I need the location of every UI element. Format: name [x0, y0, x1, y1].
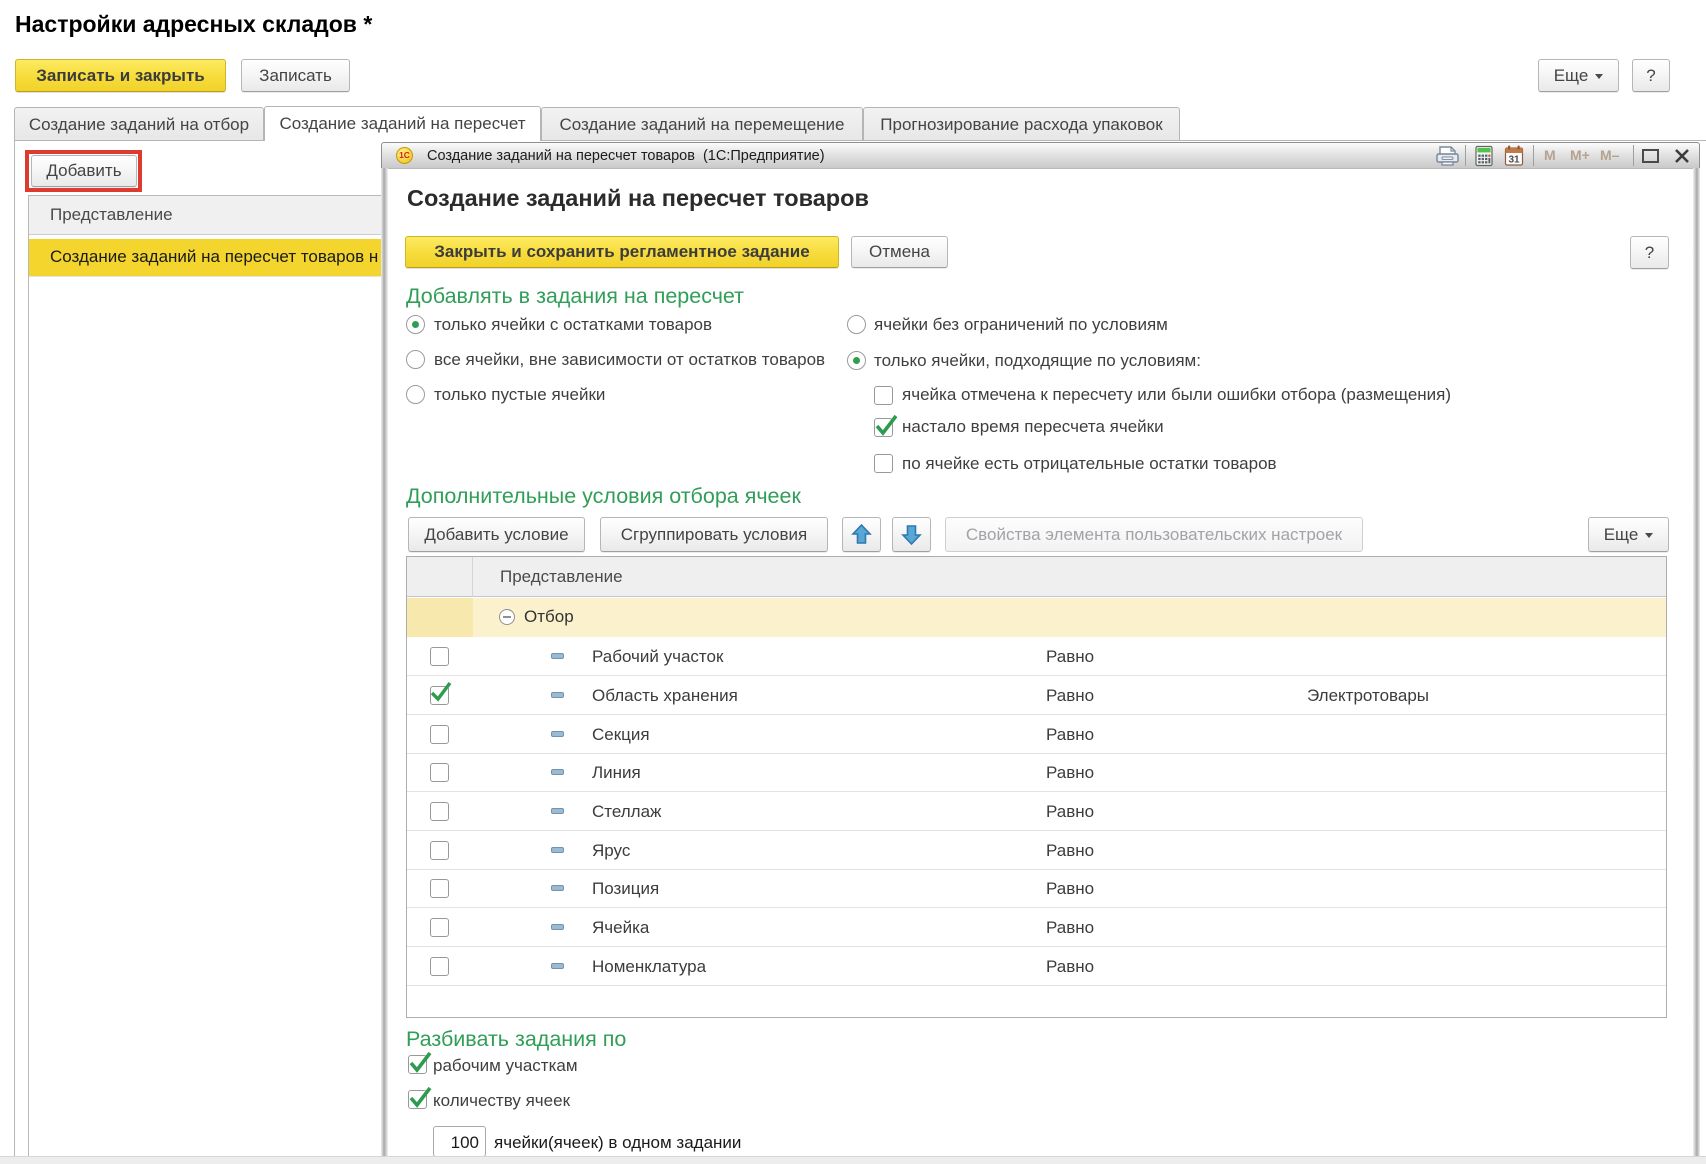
svg-text:31: 31 — [1508, 155, 1520, 166]
